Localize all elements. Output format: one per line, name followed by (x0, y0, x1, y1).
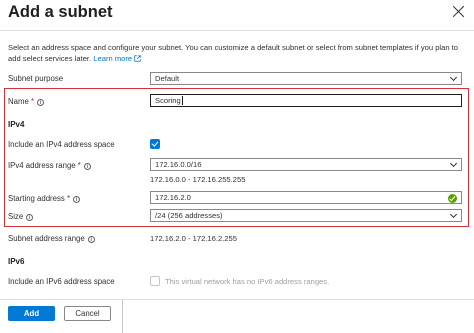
footer-divider (0, 299, 474, 300)
size-dropdown[interactable]: /24 (256 addresses) (150, 209, 462, 222)
description-text: Select an address space and configure yo… (8, 43, 458, 63)
subnet-purpose-value: Default (155, 74, 180, 83)
ipv4-section-title: IPv4 (8, 120, 25, 129)
subnet-address-range-label: Subnet address range i (8, 234, 95, 243)
chevron-down-icon (449, 73, 458, 82)
chevron-down-icon (449, 159, 458, 168)
info-icon[interactable]: i (73, 196, 80, 203)
cancel-button[interactable]: Cancel (64, 306, 111, 321)
ipv4-range-label: IPv4 address range * i (8, 161, 91, 170)
header-divider (0, 30, 474, 31)
include-ipv4-label: Include an IPv4 address space (8, 140, 115, 149)
close-icon[interactable] (452, 5, 465, 18)
name-input[interactable]: Scoring (150, 94, 462, 107)
subnet-purpose-label: Subnet purpose (8, 74, 64, 83)
starting-address-value: 172.16.2.0 (155, 193, 191, 202)
scrollbar-edge (122, 300, 123, 333)
include-ipv6-checkbox (150, 276, 160, 286)
ipv4-range-value: 172.16.0.0/16 (155, 160, 202, 169)
add-button[interactable]: Add (8, 306, 55, 321)
external-link-icon (134, 55, 141, 62)
ipv4-range-dropdown[interactable]: 172.16.0.0/16 (150, 158, 462, 171)
include-ipv4-checkbox[interactable] (150, 139, 160, 149)
size-value: /24 (256 addresses) (155, 211, 223, 220)
info-icon[interactable]: i (37, 99, 45, 106)
info-icon[interactable]: i (26, 214, 34, 221)
valid-check-icon (448, 193, 457, 203)
size-label: Size i (8, 212, 34, 221)
learn-more-label: Learn more (93, 54, 133, 63)
learn-more-link[interactable]: Learn more (93, 54, 141, 63)
chevron-down-icon (449, 210, 458, 219)
include-ipv6-label: Include an IPv6 address space (8, 277, 115, 286)
ipv6-section-title: IPv6 (8, 257, 25, 266)
starting-address-label: Starting address * i (8, 194, 80, 203)
info-icon[interactable]: i (83, 163, 91, 170)
ipv4-range-text: 172.16.0.0 - 172.16.255.255 (150, 175, 246, 184)
info-icon[interactable]: i (87, 236, 95, 243)
ipv6-note: This virtual network has no IPv6 address… (165, 277, 330, 286)
subnet-purpose-dropdown[interactable]: Default (150, 72, 462, 85)
name-value: Scoring (155, 96, 181, 105)
starting-address-input[interactable]: 172.16.2.0 (150, 191, 462, 204)
panel-title: Add a subnet (8, 3, 113, 21)
name-label: Name * i (8, 97, 45, 106)
panel-description: Select an address space and configure yo… (8, 42, 468, 64)
subnet-address-range-value: 172.16.2.0 - 172.16.2.255 (150, 234, 237, 243)
